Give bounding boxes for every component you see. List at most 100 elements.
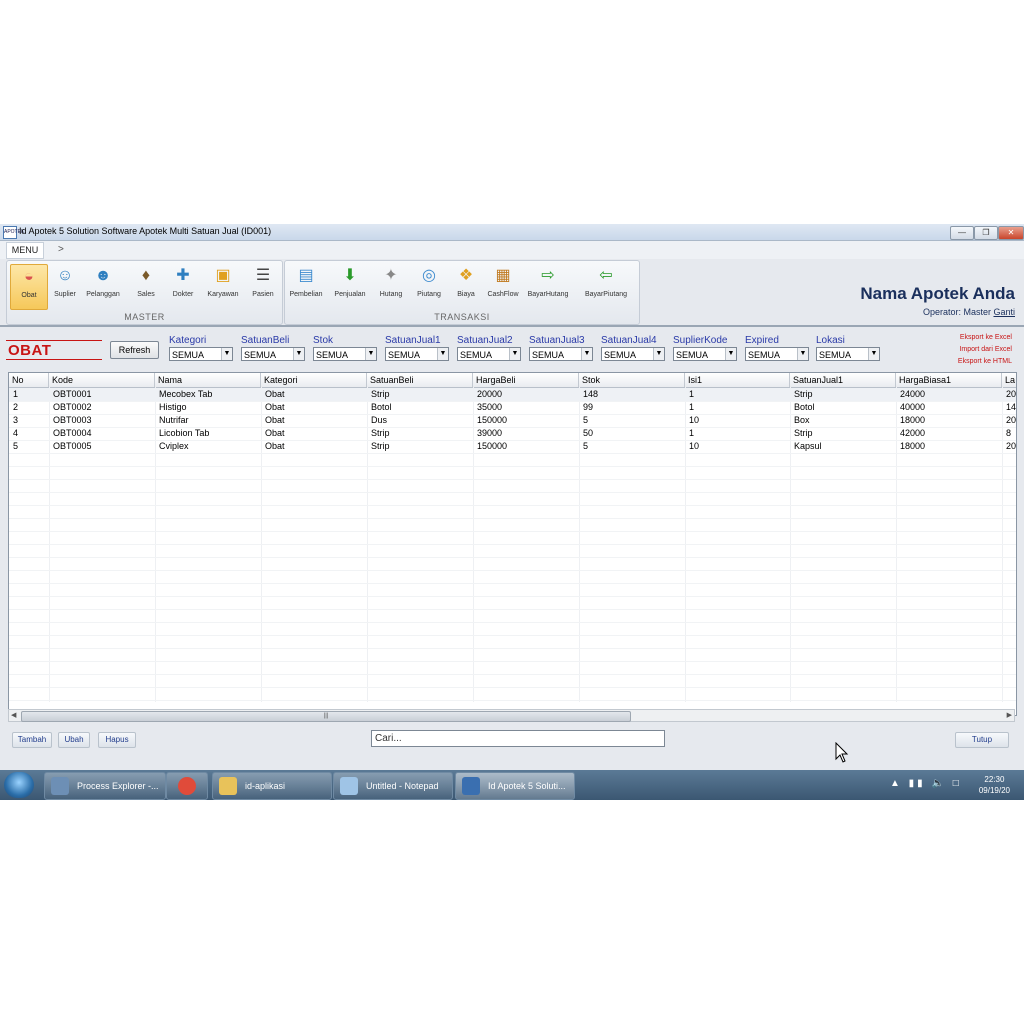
ribbon-button-sales[interactable]: ♦ Sales <box>128 264 164 308</box>
taskbar-item-notepad[interactable]: Untitled - Notepad <box>333 772 453 800</box>
filter-select-stok[interactable]: SEMUA ▼ <box>313 347 377 361</box>
chevron-down-icon[interactable]: ▼ <box>725 348 736 360</box>
start-button[interactable] <box>4 772 34 798</box>
app-window: APOTEK Id Apotek 5 Solution Software Apo… <box>0 224 1024 770</box>
scroll-left-icon[interactable]: ◀ <box>11 710 16 721</box>
filter-select-satuanjual1[interactable]: SEMUA ▼ <box>385 347 449 361</box>
taskbar-item-process-explorer[interactable]: Process Explorer -... <box>44 772 166 800</box>
ribbon-button-pasien[interactable]: ☰ Pasien <box>245 264 281 308</box>
menu-button[interactable]: MENU <box>6 242 44 259</box>
filter-select-satuanjual3[interactable]: SEMUA ▼ <box>529 347 593 361</box>
ribbon-button-piutang[interactable]: ◎ Piutang <box>411 264 447 308</box>
filter-label-kategori: Kategori <box>169 335 207 346</box>
table-row[interactable]: 1 OBT0001 Mecobex Tab Obat Strip 20000 148 1 Str… <box>9 388 1016 401</box>
ribbon-button-penjualan[interactable]: ⬇ Penjualan <box>332 264 368 308</box>
restore-button[interactable]: ❐ <box>974 226 998 240</box>
column-header[interactable]: No <box>9 373 49 387</box>
column-header[interactable]: Kode <box>49 373 155 387</box>
taskbar-item-id-apotek[interactable]: Id Apotek 5 Soluti... <box>455 772 575 800</box>
chevron-down-icon[interactable]: ▼ <box>437 348 448 360</box>
column-header[interactable]: Nama <box>155 373 261 387</box>
column-header[interactable]: SatuanJual1 <box>790 373 896 387</box>
ribbon-button-bayarhutang[interactable]: ⇨ BayarHutang <box>528 264 569 308</box>
ribbon-button-label: CashFlow <box>487 291 519 298</box>
table-row[interactable]: 5 OBT0005 Cviplex Obat Strip 150000 5 10 Kapsul 1… <box>9 440 1016 453</box>
tambah-button[interactable]: Tambah <box>12 732 52 748</box>
filter-select-satuanbeli[interactable]: SEMUA ▼ <box>241 347 305 361</box>
filter-select-satuanjual4[interactable]: SEMUA ▼ <box>601 347 665 361</box>
filter-select-suplierkode[interactable]: SEMUA ▼ <box>673 347 737 361</box>
grid-line <box>9 674 1016 675</box>
minimize-button[interactable]: — <box>950 226 974 240</box>
chevron-down-icon[interactable]: ▼ <box>365 348 376 360</box>
scroll-right-icon[interactable]: ▶ <box>1007 710 1012 721</box>
filter-select-value: SEMUA <box>532 350 565 360</box>
chevron-down-icon[interactable]: ▼ <box>293 348 304 360</box>
system-tray[interactable]: ▲ ▮▮ 🔈 □ <box>890 778 962 789</box>
ganti-link[interactable]: Ganti <box>993 307 1015 317</box>
column-header[interactable]: Kategori <box>261 373 367 387</box>
filter-select-lokasi[interactable]: SEMUA ▼ <box>816 347 880 361</box>
table-cell: 150000 <box>477 415 508 425</box>
table-cell: 4 <box>13 428 19 438</box>
column-header[interactable]: HargaBiasa1 <box>896 373 1002 387</box>
table-row[interactable]: 3 OBT0003 Nutrifar Obat Dus 150000 5 10 Box 18000… <box>9 414 1016 427</box>
horizontal-scrollbar[interactable]: ◀ ||| ▶ <box>8 709 1015 722</box>
scrollbar-thumb[interactable]: ||| <box>21 711 631 722</box>
column-header[interactable]: La <box>1002 373 1016 387</box>
table-cell: 5 <box>13 441 19 451</box>
ribbon-button-hutang[interactable]: ✦ Hutang <box>373 264 409 308</box>
window-icon <box>51 777 69 795</box>
filter-select-value: SEMUA <box>172 350 205 360</box>
chevron-down-icon[interactable]: ▼ <box>221 348 232 360</box>
filter-label-satuanjual4: SatuanJual4 <box>601 335 657 346</box>
ribbon-button-biaya[interactable]: ❖ Biaya <box>448 264 484 308</box>
ribbon-button-cashflow[interactable]: ▦ CashFlow <box>485 264 521 308</box>
ribbon-button-dokter[interactable]: ✚ Dokter <box>165 264 201 308</box>
column-header[interactable]: Isi1 <box>685 373 790 387</box>
filter-select-satuanjual2[interactable]: SEMUA ▼ <box>457 347 521 361</box>
chevron-down-icon[interactable]: ▼ <box>581 348 592 360</box>
column-header[interactable]: SatuanBeli <box>367 373 473 387</box>
import-excel-link[interactable]: Import dari Excel <box>959 346 1012 353</box>
filter-label-satuanjual3: SatuanJual3 <box>529 335 585 346</box>
column-header[interactable]: Stok <box>579 373 685 387</box>
hapus-button[interactable]: Hapus <box>98 732 136 748</box>
ribbon-group-transaksi: ▤ Pembelian ⬇ Penjualan ✦ Hutang ◎ Piutang ❖ Biay… <box>284 260 640 325</box>
table-cell: 40000 <box>900 402 926 412</box>
ribbon-button-pembelian[interactable]: ▤ Pembelian <box>288 264 324 308</box>
title-bar: APOTEK Id Apotek 5 Solution Software Apo… <box>0 224 1024 241</box>
tutup-button[interactable]: Tutup <box>955 732 1009 748</box>
table-cell: 24000 <box>900 389 926 399</box>
chevron-down-icon[interactable]: ▼ <box>509 348 520 360</box>
column-header[interactable]: HargaBeli <box>473 373 579 387</box>
chevron-down-icon[interactable]: ▼ <box>868 348 879 360</box>
export-excel-link[interactable]: Eksport ke Excel <box>960 334 1012 341</box>
ribbon-button-bayarpiutang[interactable]: ⇦ BayarPiutang <box>585 264 627 308</box>
export-html-link[interactable]: Eksport ke HTML <box>958 358 1012 365</box>
grid-line <box>9 531 1016 532</box>
refresh-button[interactable]: Refresh <box>110 341 159 359</box>
ribbon-button-suplier[interactable]: ☺ Suplier <box>47 264 83 308</box>
data-grid[interactable]: No Kode Nama Kategori SatuanBeli HargaBeli Sto… <box>8 372 1017 716</box>
table-cell: OBT0002 <box>53 402 92 412</box>
table-cell: Mecobex Tab <box>159 389 213 399</box>
ribbon-button-obat[interactable]: ◒ Obat <box>10 264 48 310</box>
taskbar-item-chrome[interactable] <box>166 772 208 800</box>
clock[interactable]: 22:30 09/19/20 <box>979 774 1010 796</box>
mouse-cursor-icon <box>835 742 849 763</box>
filter-select-expired[interactable]: SEMUA ▼ <box>745 347 809 361</box>
table-cell: Histigo <box>159 402 187 412</box>
taskbar-item-id-aplikasi[interactable]: id-aplikasi <box>212 772 332 800</box>
menu-more-button[interactable]: > <box>58 244 64 255</box>
search-input[interactable]: Cari... <box>371 730 665 747</box>
ribbon-button-karyawan[interactable]: ▣ Karyawan <box>205 264 241 308</box>
filter-select-kategori[interactable]: SEMUA ▼ <box>169 347 233 361</box>
chevron-down-icon[interactable]: ▼ <box>797 348 808 360</box>
ribbon-button-pelanggan[interactable]: ☻ Pelanggan <box>85 264 121 308</box>
chevron-down-icon[interactable]: ▼ <box>653 348 664 360</box>
table-row[interactable]: 4 OBT0004 Licobion Tab Obat Strip 39000 50 1 Str… <box>9 427 1016 440</box>
table-row[interactable]: 2 OBT0002 Histigo Obat Botol 35000 99 1 Botol 400… <box>9 401 1016 414</box>
ubah-button[interactable]: Ubah <box>58 732 90 748</box>
close-button[interactable]: ✕ <box>998 226 1024 240</box>
